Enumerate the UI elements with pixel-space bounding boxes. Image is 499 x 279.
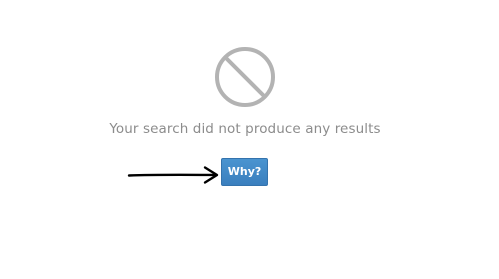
empty-search-results-panel: Your search did not produce any results …	[0, 0, 499, 279]
no-results-icon	[215, 47, 275, 107]
why-button[interactable]: Why?	[221, 158, 268, 186]
no-results-message: Your search did not produce any results	[109, 121, 381, 137]
arrow-right-icon	[127, 166, 219, 184]
